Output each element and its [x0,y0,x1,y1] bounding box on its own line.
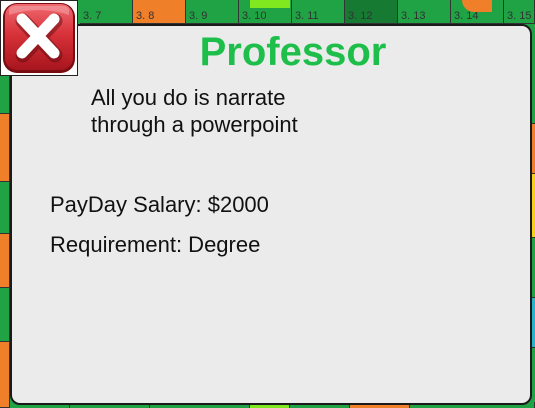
board-space[interactable] [0,342,10,408]
board-space-label: 3. 8 [136,10,155,22]
board-space-label: 3. 12 [348,10,373,22]
board-space-label: 3. 13 [401,10,426,22]
board-space[interactable]: 3. 15 [504,0,535,24]
job-description-line: through a powerpoint [91,112,298,137]
job-title: Professor [199,30,387,74]
board-space[interactable]: 3. 12 [345,0,398,24]
board-space[interactable] [0,114,10,182]
job-requirement: Requirement: Degree [50,232,261,257]
board-space-label: 3. 15 [507,10,532,22]
board-space[interactable] [0,288,10,342]
job-card: Professor All you do is narrate through … [10,24,532,405]
board-space[interactable]: 3. 11 [292,0,345,24]
board-top-row: 3. 7 3. 8 3. 9 3. 10 3. 11 3. 12 3. 13 3… [0,0,535,24]
board-space[interactable] [0,234,10,288]
board-space[interactable] [0,76,10,114]
board-space-label: 3. 9 [189,10,208,22]
payday-salary: PayDay Salary: $2000 [50,192,269,217]
board-space-label: 3. 7 [83,10,102,22]
board-space-accent [250,0,290,8]
board-space[interactable] [0,182,10,234]
close-icon [3,3,75,73]
board-space[interactable]: 3. 9 [186,0,239,24]
job-description-line: All you do is narrate [91,85,286,110]
board-space[interactable]: 3. 13 [398,0,451,24]
job-description: All you do is narrate through a powerpoi… [91,84,391,138]
board-space-label: 3. 10 [242,10,267,22]
close-button[interactable] [0,0,78,76]
board-space[interactable]: 3. 8 [133,0,186,24]
board-space[interactable]: 3. 7 [80,0,133,24]
board-space-label: 3. 11 [295,10,319,22]
